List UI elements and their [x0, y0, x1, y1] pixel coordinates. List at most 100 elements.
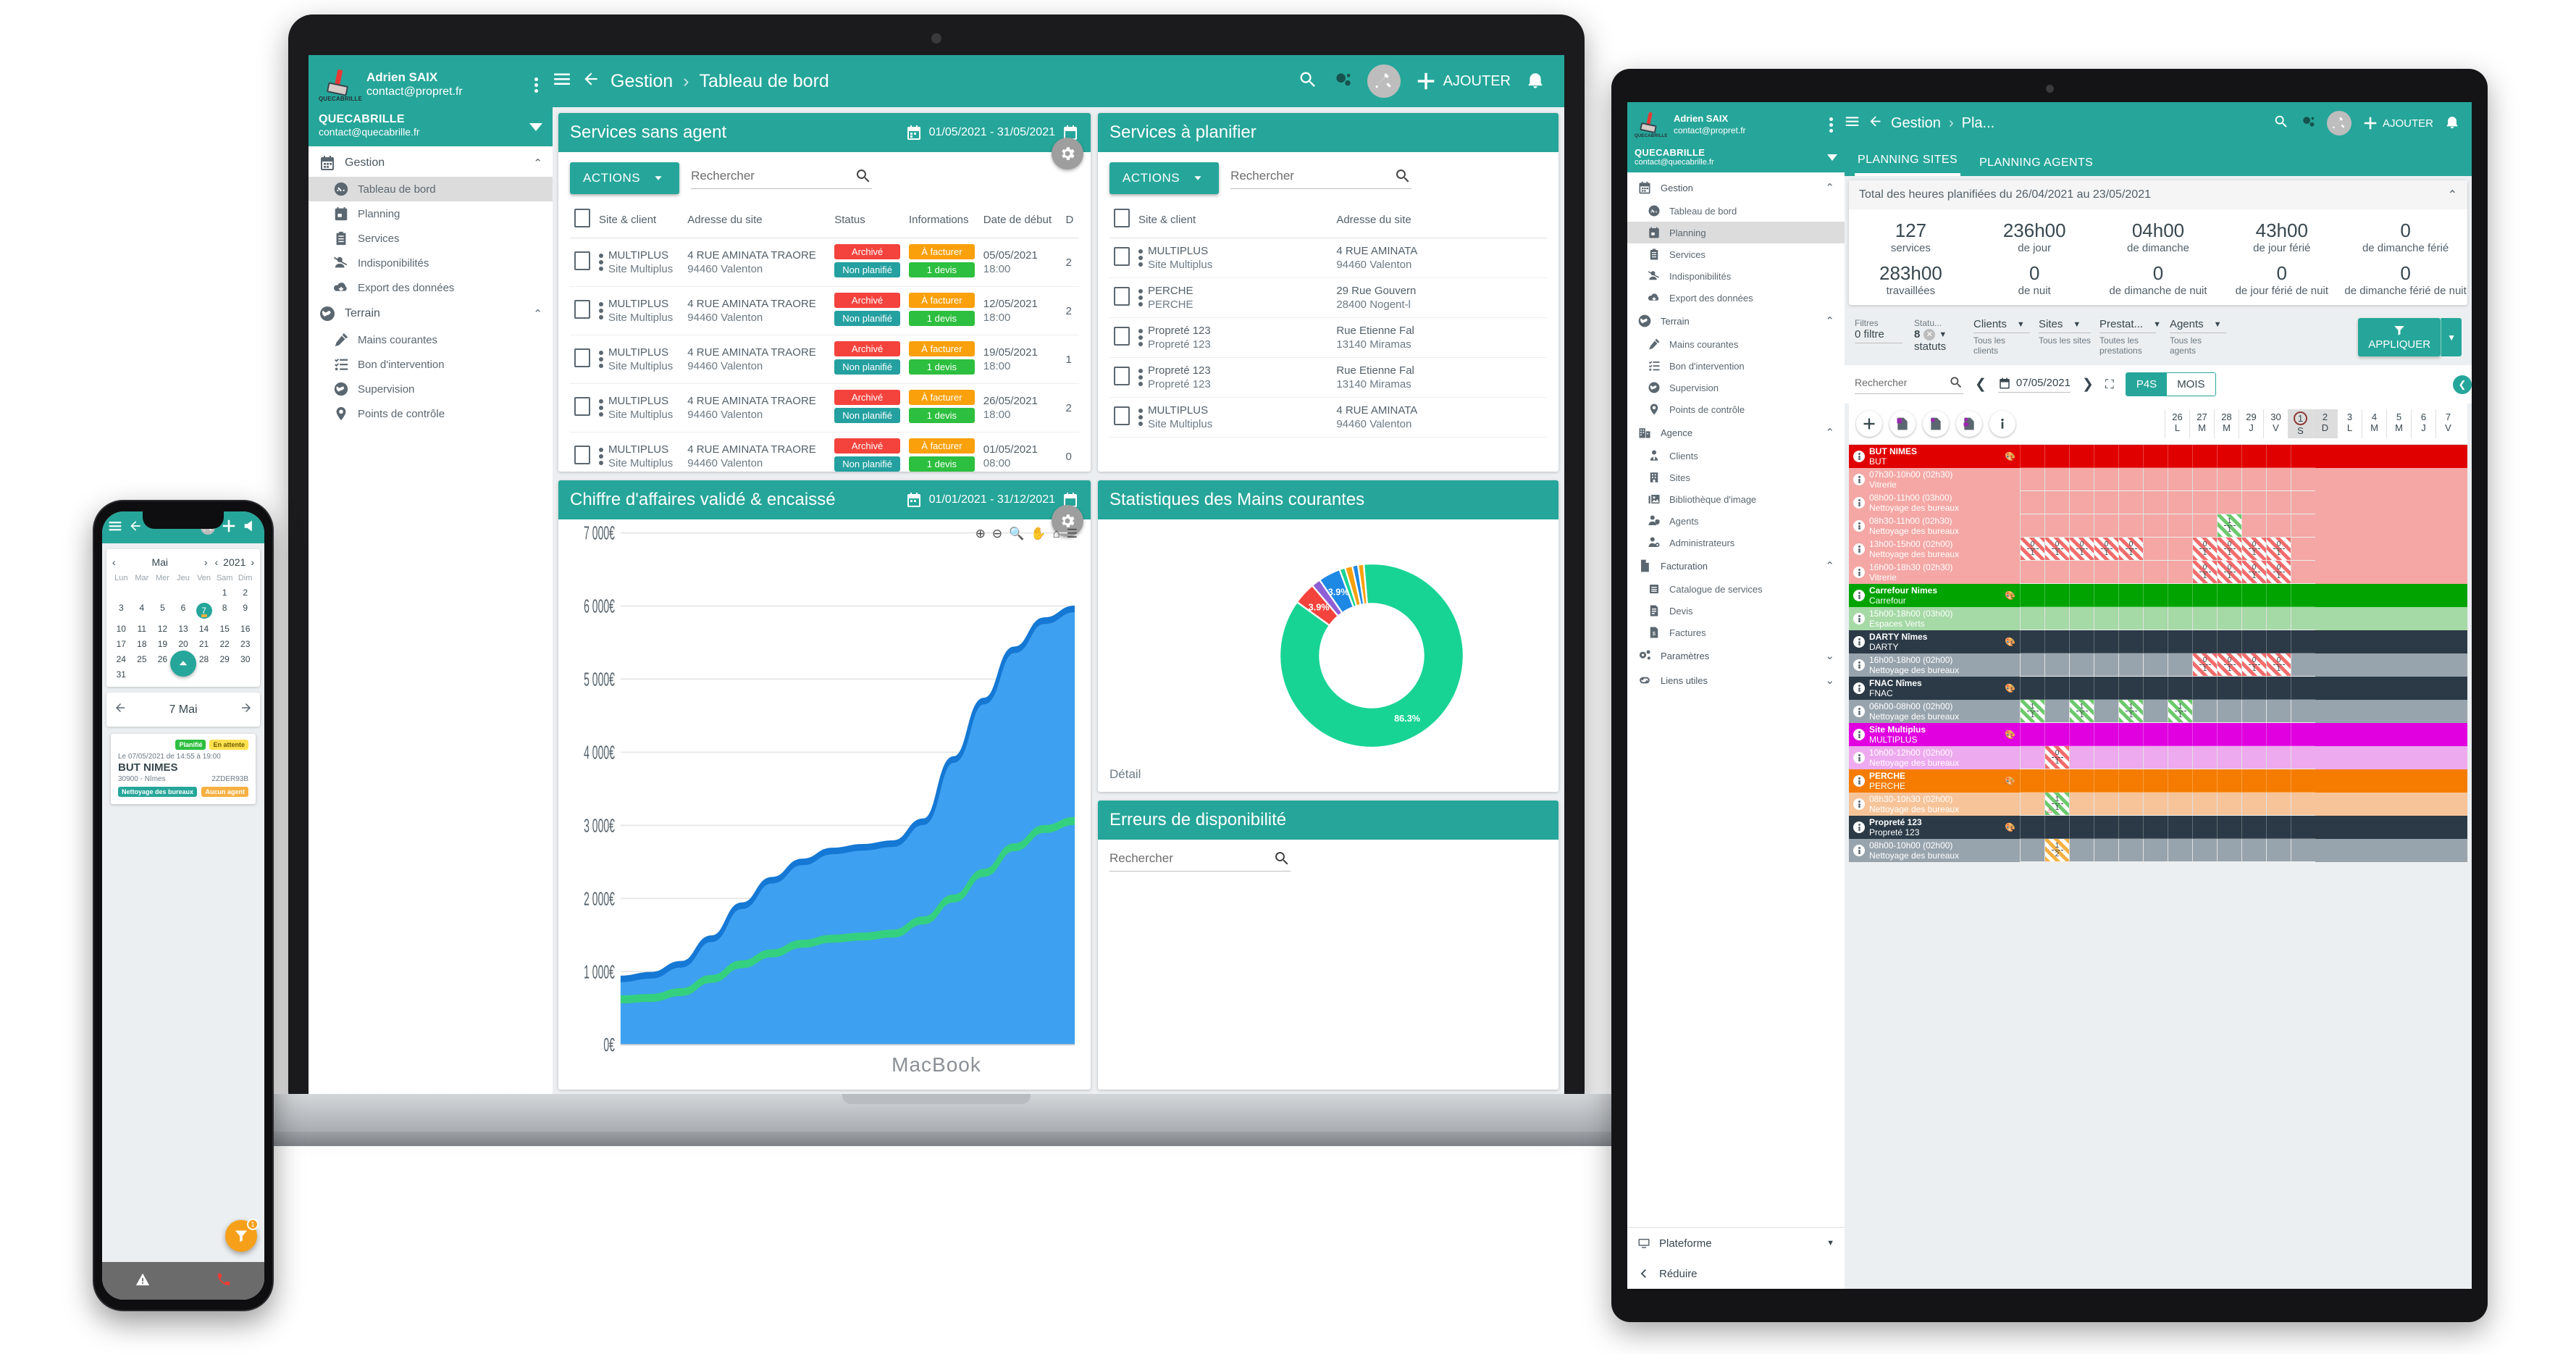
table-row[interactable]: MULTIPLUS Site Multiplus 4 RUE AMINATA 9446…	[1109, 238, 1547, 278]
sidebar-item-bon-d-intervention[interactable]: Bon d'intervention	[309, 352, 553, 377]
chevron-down-icon[interactable]: ⌄	[1825, 649, 1834, 662]
actions-button[interactable]: ACTIONS	[1109, 162, 1220, 194]
planning-cell[interactable]	[2168, 514, 2192, 538]
chevron-up-icon[interactable]: ⌃	[533, 156, 542, 170]
planning-cell[interactable]	[2143, 561, 2168, 584]
sidebar-item-administrateurs[interactable]: Administrateurs	[1627, 532, 1845, 553]
sidebar-item-supervision[interactable]: Supervision	[1627, 377, 1845, 398]
sidebar-item-clients[interactable]: Clients	[1627, 445, 1845, 467]
planning-cell-filled[interactable]: 01	[2266, 561, 2291, 584]
planning-cell[interactable]	[2241, 607, 2266, 630]
row-menu-icon[interactable]	[1853, 567, 1865, 578]
planning-cell[interactable]	[2118, 491, 2143, 514]
planning-cell-filled[interactable]: 01	[2118, 538, 2143, 561]
calendar-day[interactable]: 7	[193, 603, 214, 619]
sidebar-group-param-tres[interactable]: Paramètres ⌄	[1627, 643, 1845, 668]
table-row[interactable]: MULTIPLUS Site Multiplus 4 RUE AMINATA TRA…	[570, 286, 1079, 335]
planning-cell-filled[interactable]: 01	[2217, 561, 2241, 584]
sidebar-user[interactable]: Adrien SAIX contact@propret.fr	[1674, 113, 1746, 136]
planning-cell[interactable]	[2118, 607, 2143, 630]
planning-cell-filled[interactable]: 01	[2241, 561, 2266, 584]
sidebar-item-export-des-donn-es[interactable]: Export des données	[1627, 287, 1845, 309]
chart-menu-icon[interactable]: ☰	[1067, 527, 1078, 541]
planning-cell[interactable]	[2217, 746, 2241, 769]
planning-cell[interactable]	[2168, 538, 2192, 561]
apply-filters-button[interactable]: APPLIQUER	[2358, 318, 2441, 356]
planning-cell[interactable]	[2266, 700, 2291, 723]
row-menu-icon[interactable]	[599, 399, 603, 417]
row-checkbox[interactable]	[1114, 327, 1130, 346]
planning-cell[interactable]	[2143, 468, 2168, 491]
sidebar-item-indisponibilit-s[interactable]: Indisponibilités	[1627, 265, 1845, 287]
planning-group-header[interactable]: Site Multiplus MULTIPLUS 🎨	[1849, 723, 2467, 746]
sidebar-footer-réduire[interactable]: Réduire	[1627, 1258, 1845, 1289]
row-checkbox[interactable]	[574, 348, 590, 367]
sidebar-item-supervision[interactable]: Supervision	[309, 377, 553, 401]
column-header[interactable]: Status	[830, 201, 905, 238]
planning-cell[interactable]	[2291, 793, 2315, 816]
table-row[interactable]: MULTIPLUS Site Multiplus 4 RUE AMINATA TRA…	[570, 432, 1079, 472]
planning-cell[interactable]	[2241, 839, 2266, 862]
calendar-day[interactable]: 21	[193, 639, 214, 649]
planning-service-row[interactable]: 06h00-08h00 (02h00) Nettoyage des bureaux…	[1849, 700, 2467, 723]
palette-icon[interactable]: 🎨	[2005, 590, 2015, 601]
filter-agents[interactable]: Agents ▼ Tous les agents	[2169, 318, 2226, 356]
planning-cell[interactable]	[2118, 839, 2143, 862]
add-button[interactable]: AJOUTER	[1415, 70, 1511, 92]
collapse-panel-button[interactable]: ❮	[2453, 375, 2472, 394]
date-range[interactable]: 01/05/2021 - 31/05/2021	[905, 124, 1079, 141]
planning-cell-filled[interactable]: 01	[2217, 653, 2241, 677]
chevron-down-icon[interactable]: ▼	[2153, 320, 2161, 329]
calendar-day[interactable]: 4	[132, 603, 153, 619]
sidebar-group-terrain[interactable]: Terrain ⌃	[309, 300, 553, 327]
planning-cell[interactable]	[2168, 839, 2192, 862]
planning-group-header[interactable]: PERCHE PERCHE 🎨	[1849, 769, 2467, 793]
actions-button[interactable]: ACTIONS	[570, 162, 680, 194]
row-menu-icon[interactable]	[599, 302, 603, 319]
planning-cell[interactable]	[2217, 700, 2241, 723]
sidebar-item-planning[interactable]: Planning	[309, 201, 553, 226]
planning-cell[interactable]	[2020, 653, 2044, 677]
planning-cell[interactable]	[2192, 514, 2217, 538]
sidebar-item-indisponibilit-s[interactable]: Indisponibilités	[309, 251, 553, 275]
planning-cell[interactable]	[2118, 746, 2143, 769]
planning-cell[interactable]	[2143, 793, 2168, 816]
row-checkbox[interactable]	[574, 397, 590, 416]
filter-clients[interactable]: Clients ▼ Tous les clients	[1973, 318, 2030, 356]
table-row[interactable]: MULTIPLUS Site Multiplus 4 RUE AMINATA TRA…	[570, 238, 1079, 287]
fullscreen-icon[interactable]: ⛶	[2105, 377, 2114, 392]
planning-cell[interactable]	[2020, 514, 2044, 538]
tools-icon[interactable]	[1367, 64, 1401, 98]
row-menu-icon[interactable]	[1853, 775, 1865, 787]
planning-cell[interactable]	[2291, 607, 2315, 630]
row-menu-icon[interactable]	[1853, 798, 1865, 810]
planning-cell-filled[interactable]: 11	[2168, 700, 2192, 723]
calendar-day[interactable]: 30	[235, 654, 256, 664]
calendar-day[interactable]: 19	[152, 639, 173, 649]
row-menu-icon[interactable]	[1853, 543, 1865, 555]
calendar-day[interactable]: 16	[235, 624, 256, 634]
calendar-day[interactable]: 3	[111, 603, 132, 619]
export-agents-pdf-icon[interactable]	[1923, 411, 1949, 437]
chevron-down-icon[interactable]: ▼	[2073, 320, 2081, 329]
prev-period-icon[interactable]: ❮	[1975, 376, 1986, 393]
next-year-icon[interactable]: ›	[251, 556, 254, 568]
planning-cell[interactable]	[2069, 514, 2094, 538]
calendar-day[interactable]: 15	[214, 624, 235, 634]
row-checkbox[interactable]	[1114, 406, 1130, 425]
planning-cell[interactable]	[2044, 653, 2069, 677]
column-header[interactable]: Adresse du site	[683, 201, 831, 238]
planning-cell[interactable]	[2094, 793, 2118, 816]
next-period-icon[interactable]: ❯	[2082, 376, 2094, 393]
zoom-in-icon[interactable]: ⊕	[976, 527, 986, 541]
chevron-down-icon[interactable]: ▼	[2214, 320, 2222, 329]
day-column-header[interactable]: 6J	[2411, 409, 2436, 438]
calendar-day[interactable]: 24	[111, 654, 132, 664]
day-column-header[interactable]: 29 J	[2239, 409, 2263, 438]
table-row[interactable]: PERCHE PERCHE 29 Rue Gouvern 28400 Nogent-l	[1109, 277, 1547, 318]
row-menu-icon[interactable]	[1853, 613, 1865, 624]
row-checkbox[interactable]	[574, 251, 590, 270]
day-column-header[interactable]: 27 M	[2189, 409, 2214, 438]
day-column-header[interactable]: 1S	[2288, 409, 2312, 438]
calendar-day[interactable]: 29	[214, 654, 235, 664]
